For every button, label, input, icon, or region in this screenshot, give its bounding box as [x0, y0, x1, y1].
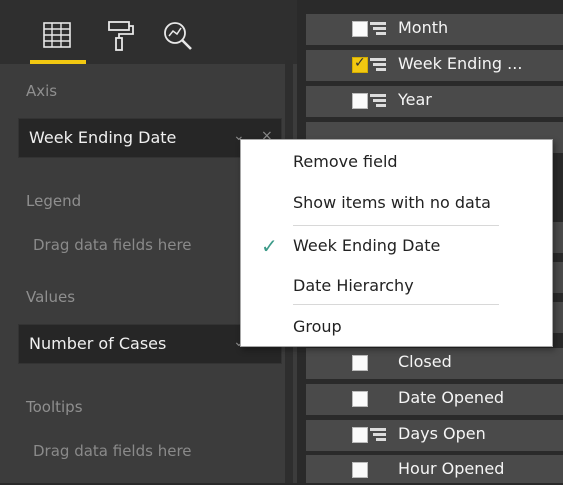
tooltips-section-label: Tooltips: [26, 398, 83, 416]
field-item-hour-opened[interactable]: Hour Opened: [306, 455, 563, 485]
menu-item-remove-field[interactable]: Remove field: [293, 152, 398, 171]
field-label: Closed: [398, 352, 452, 371]
field-checkbox[interactable]: [352, 462, 368, 478]
field-checkbox[interactable]: [352, 427, 368, 443]
active-tab-indicator: [30, 60, 86, 64]
format-paint-roller-icon[interactable]: [104, 18, 140, 54]
axis-section-label: Axis: [26, 82, 58, 100]
field-checkbox[interactable]: [352, 355, 368, 371]
axis-field-name: Week Ending Date: [29, 128, 177, 147]
menu-item-show-items-no-data[interactable]: Show items with no data: [293, 193, 491, 212]
checkmark-icon: ✓: [261, 234, 278, 258]
field-item-days-open[interactable]: Days Open: [306, 420, 563, 453]
date-hierarchy-icon: [370, 58, 386, 71]
legend-section-label: Legend: [26, 192, 82, 210]
field-item-date-opened[interactable]: Date Opened: [306, 384, 563, 417]
field-checkbox[interactable]: [352, 93, 368, 109]
field-label: Month: [398, 18, 449, 37]
field-item-year[interactable]: Year: [306, 86, 563, 119]
field-label: Hour Opened: [398, 459, 505, 478]
fields-grid-icon[interactable]: [40, 18, 76, 54]
field-label: Days Open: [398, 424, 486, 443]
pane-tab-bar: [0, 0, 297, 64]
analytics-magnifier-icon[interactable]: [160, 18, 196, 54]
checkmark-icon: ✓: [354, 55, 366, 71]
menu-item-week-ending-date[interactable]: Week Ending Date: [293, 236, 440, 255]
tooltips-drop-placeholder: Drag data fields here: [33, 442, 192, 460]
field-label: Date Opened: [398, 388, 505, 407]
values-field-name: Number of Cases: [29, 334, 167, 353]
date-hierarchy-icon: [370, 22, 386, 35]
field-checkbox[interactable]: [352, 391, 368, 407]
values-section-label: Values: [26, 288, 76, 306]
date-hierarchy-icon: [370, 94, 386, 107]
field-context-menu: Remove field Show items with no data ✓ W…: [240, 139, 553, 347]
field-item-month[interactable]: Month: [306, 14, 563, 47]
menu-separator: [293, 225, 499, 226]
legend-drop-placeholder: Drag data fields here: [33, 236, 192, 254]
tooltips-drop-zone[interactable]: Drag data fields here: [18, 432, 280, 470]
date-hierarchy-icon: [370, 428, 386, 441]
field-label: Year: [398, 90, 432, 109]
menu-separator: [293, 304, 499, 305]
menu-item-group[interactable]: Group: [293, 317, 342, 336]
field-checkbox[interactable]: [352, 21, 368, 37]
field-item-closed[interactable]: Closed: [306, 348, 563, 381]
field-checkbox[interactable]: ✓: [352, 55, 368, 73]
field-item-week-ending[interactable]: ✓ Week Ending ...: [306, 50, 563, 83]
menu-item-date-hierarchy[interactable]: Date Hierarchy: [293, 276, 414, 295]
field-label: Week Ending ...: [398, 54, 523, 73]
